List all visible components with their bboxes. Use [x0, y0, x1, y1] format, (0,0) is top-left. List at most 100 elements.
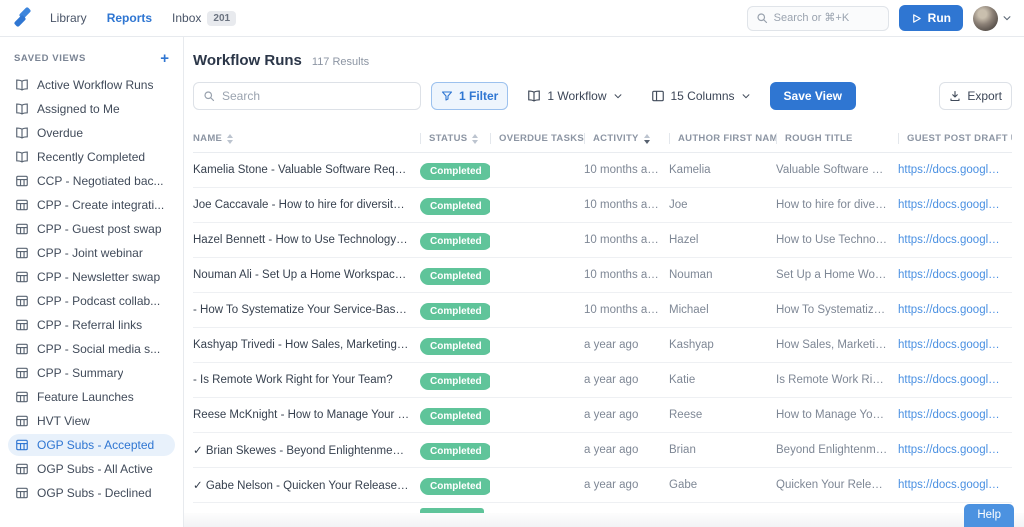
sidebar-saved-view-item[interactable]: CPP - Referral links [8, 314, 175, 336]
rough-title-cell: How To Systematize Your... [776, 304, 898, 316]
run-name-cell: Reese McKnight - How to Manage Your Logi… [193, 409, 420, 421]
table-row[interactable]: Joe Caccavale - How to hire for diversit… [193, 188, 1012, 223]
table-row[interactable]: Reese McKnight - How to Manage Your Logi… [193, 398, 1012, 433]
filter-button-label: 1 Filter [459, 89, 498, 103]
nav-inbox[interactable]: Inbox 201 [172, 11, 236, 26]
saved-views-heading: SAVED VIEWS [14, 53, 86, 64]
status-badge: Completed [420, 163, 490, 180]
activity-cell: a year ago [584, 444, 669, 456]
run-name-cell: ✓ Brian Skewes - Beyond Enlightenment: T… [193, 443, 420, 457]
guest-post-url-link[interactable]: https://docs.google.com/... [898, 479, 1012, 491]
run-name-cell: ✓ Gabe Nelson - Quicken Your Releases Wi… [193, 478, 420, 492]
author-first-name-cell: Kamelia [669, 164, 776, 176]
column-header[interactable]: GUEST POST DRAFT URL (GO [898, 125, 1012, 152]
table-row[interactable]: ✓ Gabe Nelson - Quicken Your Releases Wi… [193, 468, 1012, 503]
guest-post-url-link[interactable]: https://docs.google.com/... [898, 269, 1012, 281]
sidebar-saved-view-item[interactable]: HVT View [8, 410, 175, 432]
table-row[interactable]: Kamelia Stone - Valuable Software Requir… [193, 153, 1012, 188]
status-badge: Completed [420, 233, 490, 250]
sidebar: SAVED VIEWS + Active Workflow Runs Assig… [0, 37, 184, 527]
table-row[interactable]: Kashyap Trivedi - How Sales, Marketing, … [193, 328, 1012, 363]
sidebar-saved-view-item[interactable]: Feature Launches [8, 386, 175, 408]
filter-button[interactable]: 1 Filter [431, 82, 508, 110]
table-icon [15, 390, 29, 404]
table-icon [15, 366, 29, 380]
chevron-down-icon [1002, 13, 1012, 23]
help-button[interactable]: Help [964, 504, 1014, 527]
table-icon [15, 174, 29, 188]
guest-post-url-link[interactable]: https://docs.google.com/... [898, 234, 1012, 246]
guest-post-url-link[interactable]: https://docs.google.com/... [898, 304, 1012, 316]
inbox-count-badge: 201 [207, 11, 236, 26]
run-name-cell: Joe Caccavale - How to hire for diversit… [193, 199, 420, 211]
save-view-button[interactable]: Save View [770, 82, 857, 110]
rough-title-cell: How Sales, Marketing, an... [776, 339, 898, 351]
status-badge: Completed [420, 443, 490, 460]
sidebar-saved-view-item[interactable]: CPP - Podcast collab... [8, 290, 175, 312]
status-cell: Completed [420, 161, 490, 180]
table-icon [15, 246, 29, 260]
sidebar-saved-view-item[interactable]: OGP Subs - All Active [8, 458, 175, 480]
book-icon [527, 89, 541, 103]
activity-cell: 10 months ago [584, 304, 669, 316]
table-search[interactable] [193, 82, 421, 110]
guest-post-url-link[interactable]: https://docs.google.com/... [898, 444, 1012, 456]
sidebar-saved-view-item[interactable]: CPP - Guest post swap [8, 218, 175, 240]
status-badge: Completed [420, 338, 490, 355]
table-row[interactable]: - How To Systematize Your Service-Based … [193, 293, 1012, 328]
sidebar-saved-view-item[interactable]: CPP - Joint webinar [8, 242, 175, 264]
nav-library[interactable]: Library [50, 11, 87, 25]
column-header[interactable]: OVERDUE TASKS [490, 125, 584, 152]
rough-title-cell: How to Manage Your Logi... [776, 409, 898, 421]
search-icon [756, 12, 768, 24]
column-header[interactable]: ACTIVITY [584, 125, 669, 152]
sidebar-saved-view-item[interactable]: Assigned to Me [8, 98, 175, 120]
sidebar-saved-view-item[interactable]: CCP - Negotiated bac... [8, 170, 175, 192]
guest-post-url-link[interactable]: https://docs.google.com/... [898, 199, 1012, 211]
table-row[interactable]: ✓ Brian Skewes - Beyond Enlightenment: T… [193, 433, 1012, 468]
status-cell: Completed [420, 231, 490, 250]
sidebar-saved-view-item[interactable]: Overdue [8, 122, 175, 144]
book-icon [15, 150, 29, 164]
add-view-button[interactable]: + [160, 51, 169, 66]
table-row[interactable]: - Is Remote Work Right for Your Team? Co… [193, 363, 1012, 398]
run-button[interactable]: Run [899, 5, 963, 31]
guest-post-url-link[interactable]: https://docs.google.com/... [898, 339, 1012, 351]
saved-view-label: Feature Launches [37, 390, 134, 404]
global-search-input[interactable] [774, 12, 880, 24]
book-icon [15, 78, 29, 92]
table-icon [15, 270, 29, 284]
activity-cell: a year ago [584, 339, 669, 351]
column-header[interactable]: NAME [193, 125, 420, 152]
sidebar-saved-view-item[interactable]: CPP - Summary [8, 362, 175, 384]
column-header[interactable]: ROUGH TITLE [776, 125, 898, 152]
table-row[interactable]: Nouman Ali - Set Up a Home Workspace Tha… [193, 258, 1012, 293]
sidebar-saved-view-item[interactable]: CPP - Newsletter swap [8, 266, 175, 288]
status-cell: Completed [420, 406, 490, 425]
table-row[interactable]: Hazel Bennett - How to Use Technology to… [193, 223, 1012, 258]
column-header[interactable]: AUTHOR FIRST NAME [669, 125, 776, 152]
app-logo[interactable] [12, 7, 34, 29]
columns-dropdown[interactable]: 15 Columns [642, 82, 760, 110]
table-search-input[interactable] [222, 89, 411, 103]
sidebar-saved-view-item[interactable]: CPP - Social media s... [8, 338, 175, 360]
sidebar-saved-view-item[interactable]: CPP - Create integrati... [8, 194, 175, 216]
nav-reports[interactable]: Reports [107, 11, 152, 25]
sidebar-saved-view-item[interactable]: OGP Subs - Accepted [8, 434, 175, 456]
status-badge: Completed [420, 268, 490, 285]
guest-post-url-link[interactable]: https://docs.google.com/... [898, 374, 1012, 386]
rough-title-cell: Is Remote Work Right for ... [776, 374, 898, 386]
guest-post-url-link[interactable]: https://docs.google.com/... [898, 164, 1012, 176]
save-view-label: Save View [784, 89, 843, 103]
global-search[interactable] [747, 6, 889, 31]
guest-post-url-link[interactable]: https://docs.google.com/... [898, 409, 1012, 421]
column-header[interactable]: STATUS [420, 125, 490, 152]
nav-reports-label: Reports [107, 11, 152, 25]
sidebar-saved-view-item[interactable]: Recently Completed [8, 146, 175, 168]
table-header: NAME STATUS OVERDUE TASKS ACTIVITY AUTHO… [193, 125, 1012, 153]
user-menu[interactable] [973, 6, 1012, 31]
export-button[interactable]: Export [939, 82, 1012, 110]
sidebar-saved-view-item[interactable]: Active Workflow Runs [8, 74, 175, 96]
workflow-dropdown[interactable]: 1 Workflow [518, 82, 631, 110]
sidebar-saved-view-item[interactable]: OGP Subs - Declined [8, 482, 175, 504]
